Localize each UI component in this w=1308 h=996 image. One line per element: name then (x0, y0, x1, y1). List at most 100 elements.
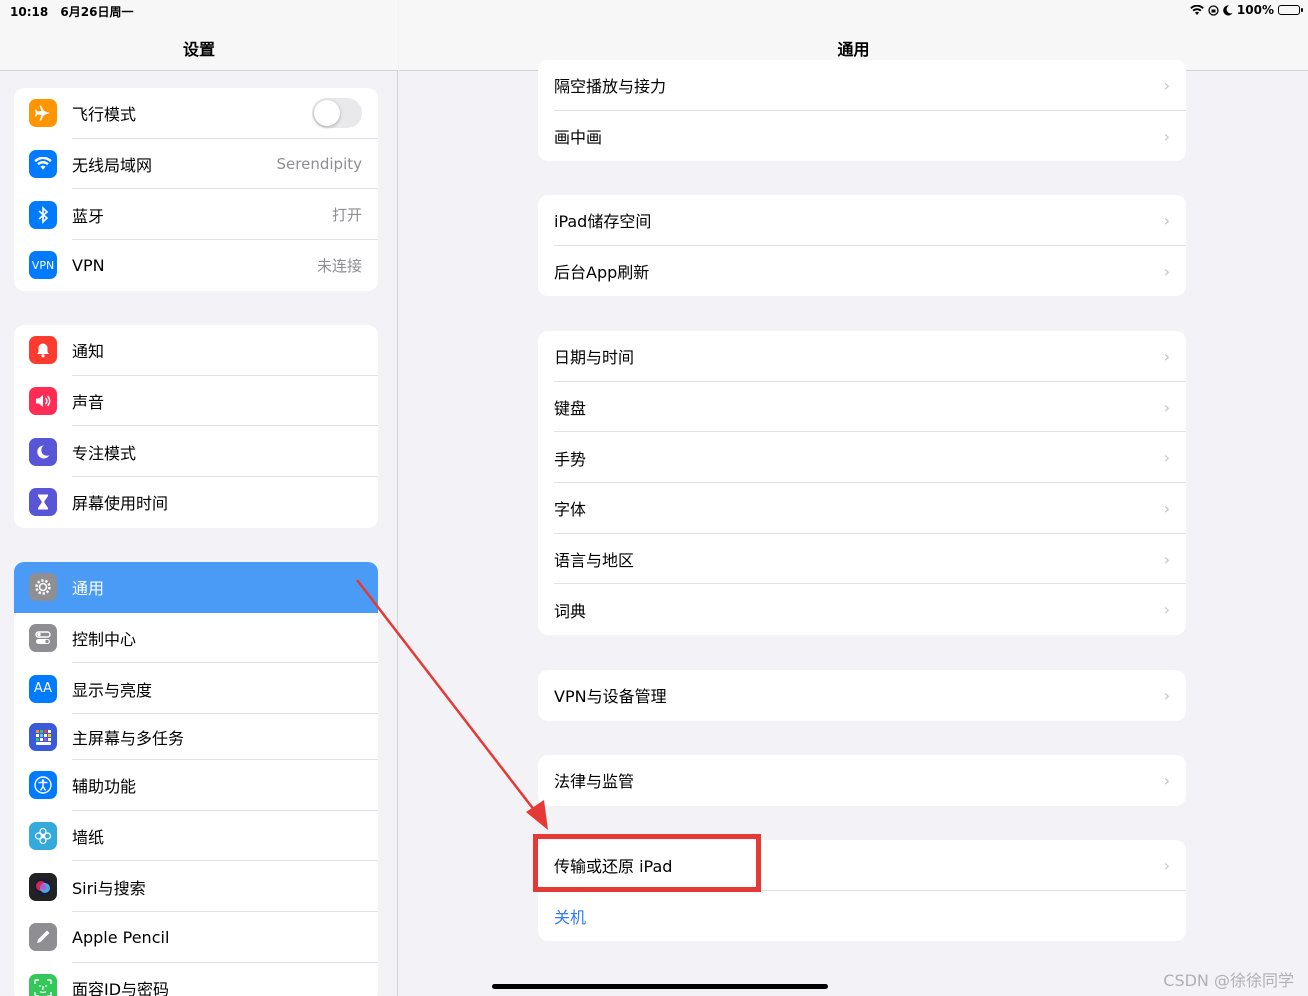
bluetooth-icon (29, 200, 57, 229)
general-item-storage[interactable]: iPad储存空间 › (538, 195, 1186, 246)
general-item-fonts[interactable]: 字体 › (538, 483, 1186, 534)
vpn-icon: VPN (29, 251, 57, 280)
orientation-lock-icon (1208, 4, 1219, 16)
chevron-right-icon: › (1163, 126, 1170, 146)
sidebar-item-label: Apple Pencil (72, 927, 170, 947)
general-item-vpn-device-management[interactable]: VPN与设备管理 › (538, 670, 1186, 721)
airplane-icon (29, 99, 57, 128)
chevron-right-icon: › (1163, 685, 1170, 705)
shutdown-button[interactable]: 关机 (538, 891, 1186, 942)
sidebar-item-label: 辅助功能 (72, 777, 137, 797)
chevron-right-icon: › (1163, 770, 1170, 790)
general-item-pip[interactable]: 画中画 › (538, 111, 1186, 162)
annotation-highlight-box (533, 834, 761, 892)
chevron-right-icon: › (1163, 855, 1170, 875)
sidebar-item-accessibility[interactable]: 辅助功能 (14, 760, 378, 811)
general-item-gestures[interactable]: 手势 › (538, 432, 1186, 484)
status-bar: 10:18 6月26日周一 100% (0, 0, 1308, 20)
moon-icon (29, 437, 57, 466)
faceid-icon (29, 974, 57, 996)
general-item-language-region[interactable]: 语言与地区 › (538, 534, 1186, 585)
status-date: 6月26日周一 (60, 5, 134, 19)
general-item-legal[interactable]: 法律与监管 › (538, 755, 1186, 806)
sidebar-group-connectivity: 飞行模式 无线局域网 Serendipity 蓝牙 打开 VPN VPN 未连接 (14, 88, 378, 291)
sidebar-item-sounds[interactable]: 声音 (14, 376, 378, 427)
sidebar-item-wallpaper[interactable]: 墙纸 (14, 811, 378, 862)
sidebar-item-airplane[interactable]: 飞行模式 (14, 88, 378, 139)
wifi-icon (29, 150, 57, 179)
sidebar-item-label: VPN (72, 255, 105, 275)
sidebar-item-control-center[interactable]: 控制中心 (14, 613, 378, 664)
sidebar-item-label: 显示与亮度 (72, 680, 153, 700)
bluetooth-value: 打开 (331, 206, 362, 225)
sidebar-item-label: 墙纸 (72, 828, 105, 848)
sidebar-item-label: 控制中心 (72, 630, 137, 650)
sidebar-title: 设置 (182, 40, 215, 59)
main-group-datetime: 日期与时间 › 键盘 › 手势 › 字体 › 语言与地区 › 词典 › (538, 331, 1186, 636)
general-item-airplay[interactable]: 隔空播放与接力 › (538, 60, 1186, 111)
chevron-right-icon: › (1163, 346, 1170, 366)
sidebar-item-label: 面容ID与密码 (72, 980, 170, 996)
text-size-icon: AA (29, 674, 57, 703)
general-item-label: 键盘 (554, 399, 587, 419)
wifi-status-icon (1190, 4, 1204, 15)
sidebar-item-general[interactable]: 通用 (14, 562, 378, 613)
main-group-vpn: VPN与设备管理 › (538, 670, 1186, 721)
sidebar-item-label: 专注模式 (72, 443, 137, 463)
page-title: 通用 (837, 40, 870, 59)
sidebar-item-label: 通知 (72, 342, 105, 362)
hourglass-icon (29, 488, 57, 517)
sidebar-item-home-screen[interactable]: 主屏幕与多任务 (14, 714, 378, 761)
sidebar-item-focus[interactable]: 专注模式 (14, 426, 378, 478)
general-item-label: 手势 (554, 449, 587, 469)
switches-icon (29, 624, 57, 653)
general-item-dictionary[interactable]: 词典 › (538, 584, 1186, 635)
shutdown-label: 关机 (554, 908, 587, 928)
main-group-legal: 法律与监管 › (538, 755, 1186, 806)
vpn-value: 未连接 (316, 256, 362, 275)
sidebar-item-label: 声音 (72, 393, 105, 413)
general-item-label: 字体 (554, 500, 587, 520)
status-left: 10:18 6月26日周一 (10, 3, 141, 20)
sidebar-item-label: 无线局域网 (72, 156, 153, 176)
general-item-label: 画中画 (554, 128, 603, 148)
chevron-right-icon: › (1163, 210, 1170, 230)
sidebar-item-apple-pencil[interactable]: Apple Pencil (14, 912, 378, 963)
sidebar-item-faceid[interactable]: 面容ID与密码 (14, 963, 378, 996)
moon-status-icon (1223, 4, 1233, 15)
sidebar-item-wifi[interactable]: 无线局域网 Serendipity (14, 139, 378, 190)
speaker-icon (29, 387, 57, 416)
sidebar-item-notifications[interactable]: 通知 (14, 325, 378, 376)
chevron-right-icon: › (1163, 261, 1170, 281)
battery-icon (1278, 5, 1303, 15)
gear-icon (29, 573, 57, 602)
chevron-right-icon: › (1163, 448, 1170, 468)
sidebar-item-vpn[interactable]: VPN VPN 未连接 (14, 240, 378, 291)
general-item-label: 语言与地区 (554, 551, 635, 571)
main-group-airplay: 隔空播放与接力 › 画中画 › (538, 60, 1186, 162)
general-item-label: 隔空播放与接力 (554, 77, 667, 97)
general-item-keyboard[interactable]: 键盘 › (538, 382, 1186, 433)
chevron-right-icon: › (1163, 549, 1170, 569)
sidebar-group-general: 通用 控制中心 AA 显示与亮度 主屏幕与多任务 辅助功能 墙纸 Siri与搜索… (14, 562, 378, 996)
chevron-right-icon: › (1163, 75, 1170, 95)
wifi-network-value: Serendipity (276, 155, 362, 174)
home-indicator[interactable] (492, 984, 828, 989)
sidebar-item-display[interactable]: AA 显示与亮度 (14, 663, 378, 715)
battery-percent: 100% (1236, 3, 1274, 17)
sidebar-item-screen-time[interactable]: 屏幕使用时间 (14, 477, 378, 528)
chevron-right-icon: › (1163, 498, 1170, 518)
general-item-label: 日期与时间 (554, 348, 635, 368)
main-group-storage: iPad储存空间 › 后台App刷新 › (538, 195, 1186, 297)
general-item-date-time[interactable]: 日期与时间 › (538, 331, 1186, 382)
chevron-right-icon: › (1163, 397, 1170, 417)
general-item-background-refresh[interactable]: 后台App刷新 › (538, 246, 1186, 297)
sidebar-item-siri[interactable]: Siri与搜索 (14, 861, 378, 913)
sidebar-item-label: 蓝牙 (72, 206, 105, 226)
sidebar-item-label: 通用 (72, 579, 105, 599)
airplane-toggle[interactable] (312, 98, 362, 129)
accessibility-icon (29, 771, 57, 800)
sidebar-item-bluetooth[interactable]: 蓝牙 打开 (14, 189, 378, 241)
sidebar-item-label: 屏幕使用时间 (72, 494, 169, 514)
general-item-label: iPad储存空间 (554, 212, 652, 232)
